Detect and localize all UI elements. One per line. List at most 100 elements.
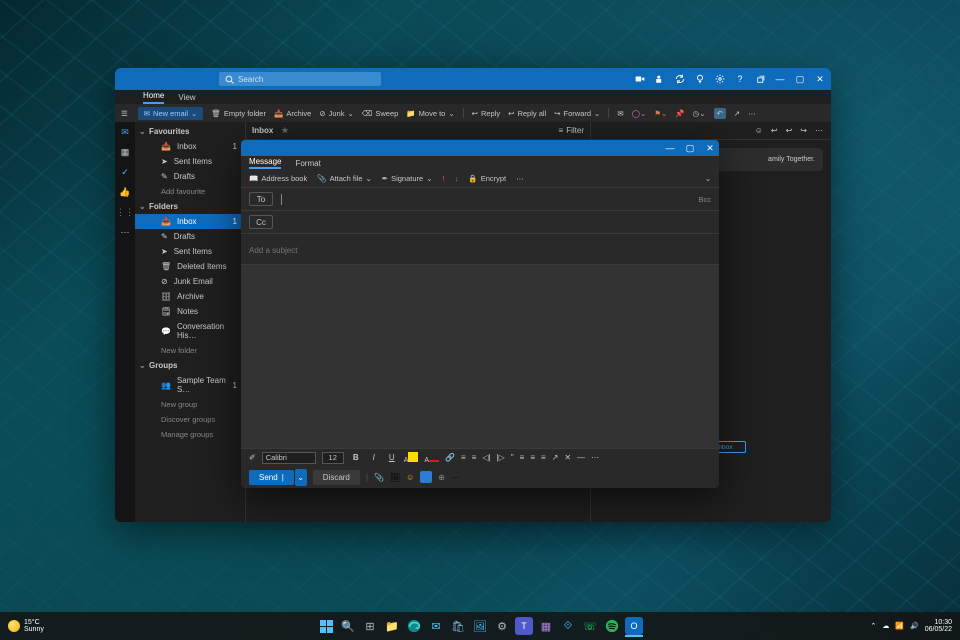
smile-icon[interactable]: ☺	[755, 126, 763, 135]
search-box[interactable]: Search	[219, 72, 381, 86]
new-window-icon[interactable]	[755, 74, 765, 84]
highlight-button[interactable]: A	[404, 452, 419, 464]
app-purple-icon[interactable]: ▦	[537, 617, 555, 635]
minimize-icon[interactable]: —	[775, 74, 785, 84]
rail-people-icon[interactable]: ✓	[119, 166, 131, 178]
manage-groups-link[interactable]: Manage groups	[135, 427, 245, 442]
spotify-icon[interactable]	[603, 617, 621, 635]
tab-message[interactable]: Message	[249, 157, 281, 169]
teams-icon[interactable]: T	[515, 617, 533, 635]
taskbar-weather[interactable]: 15°C Sunny	[0, 619, 44, 633]
to-button[interactable]: To	[249, 192, 273, 206]
new-email-button[interactable]: ✉ New email ⌄	[138, 107, 204, 120]
meet-now-icon[interactable]	[635, 74, 645, 84]
tab-home[interactable]: Home	[143, 91, 164, 104]
attach-file-button[interactable]: 📎Attach file⌄	[317, 174, 372, 183]
outdent-icon[interactable]: ◁|	[482, 453, 490, 462]
folder-conversation-history[interactable]: 💬Conversation His…	[135, 319, 245, 343]
reply-icon[interactable]: ↩	[771, 126, 778, 135]
reply-all-button[interactable]: ↩Reply all	[508, 109, 546, 118]
tips-icon[interactable]	[695, 74, 705, 84]
address-book-button[interactable]: 📖Address book	[249, 174, 307, 183]
more-format-icon[interactable]: ⋯	[591, 453, 599, 462]
onedrive-icon[interactable]: ☁	[882, 622, 889, 630]
folder-deleted[interactable]: 🗑Deleted Items	[135, 259, 245, 274]
task-view-icon[interactable]: ⊞	[361, 617, 379, 635]
settings-icon[interactable]: ⚙	[493, 617, 511, 635]
star-icon[interactable]: ★	[281, 126, 288, 135]
link-icon[interactable]: 🔗	[445, 453, 455, 462]
group-sample-team[interactable]: 👥Sample Team S…1	[135, 373, 245, 397]
cc-button[interactable]: Cc	[249, 215, 273, 229]
ltr-icon[interactable]: ↗	[552, 453, 559, 462]
whatsapp-icon[interactable]: ☏	[581, 617, 599, 635]
junk-button[interactable]: ⊘Junk⌄	[319, 109, 353, 118]
font-color-button[interactable]: A	[424, 452, 439, 464]
more-icon[interactable]: ⋯	[748, 109, 756, 118]
font-size-input[interactable]	[322, 452, 344, 464]
store-icon[interactable]: 🛍	[449, 617, 467, 635]
move-to-button[interactable]: 📁Move to⌄	[406, 109, 454, 118]
groups-section[interactable]: Groups	[135, 358, 245, 373]
more-icon[interactable]: ⋯	[815, 126, 823, 135]
subject-input[interactable]	[249, 246, 711, 255]
sweep-button[interactable]: ⌫Sweep	[362, 109, 399, 118]
align-center-icon[interactable]: ≡	[530, 453, 535, 462]
bcc-link[interactable]: Bcc	[698, 195, 711, 204]
rail-calendar-icon[interactable]: ▦	[119, 146, 131, 158]
rail-mail-icon[interactable]: ✉	[119, 126, 131, 138]
rail-todo-icon[interactable]: 👍	[119, 186, 131, 198]
indent-icon[interactable]: |▷	[497, 453, 505, 462]
folder-notes[interactable]: 🗒Notes	[135, 304, 245, 319]
archive-button[interactable]: 📥Archive	[274, 109, 311, 118]
rail-more-icon[interactable]: ⋯	[119, 226, 131, 238]
discard-button[interactable]: Discard	[313, 470, 360, 485]
encrypt-button[interactable]: 🔒Encrypt	[468, 174, 506, 183]
add-favourite-link[interactable]: Add favourite	[135, 184, 245, 199]
new-folder-link[interactable]: New folder	[135, 343, 245, 358]
more-icon[interactable]: ⋯	[451, 473, 459, 482]
folders-section[interactable]: Folders	[135, 199, 245, 214]
forward-button[interactable]: ↪Forward⌄	[554, 109, 600, 118]
align-right-icon[interactable]: ≡	[541, 453, 546, 462]
snooze-icon[interactable]: ◷⌄	[693, 109, 706, 118]
underline-button[interactable]: U	[386, 453, 398, 462]
accessibility-icon[interactable]: ⊕	[438, 473, 445, 482]
filter-button[interactable]: ≡ Filter	[559, 126, 584, 135]
italic-button[interactable]: I	[368, 453, 380, 462]
photos-icon[interactable]: 🖼	[471, 617, 489, 635]
bold-button[interactable]: B	[350, 453, 362, 462]
signature-button[interactable]: ✒Signature⌄	[382, 174, 433, 183]
vscode-icon[interactable]: ⟐	[559, 617, 577, 635]
wifi-icon[interactable]: 📶	[895, 622, 904, 630]
to-input[interactable]	[281, 194, 698, 205]
explorer-icon[interactable]: 📁	[383, 617, 401, 635]
volume-icon[interactable]: 🔊	[910, 622, 919, 630]
reply-all-icon[interactable]: ↩	[786, 126, 793, 135]
emoji-icon[interactable]: ☺	[406, 473, 414, 482]
rail-app-icon[interactable]: ⋮⋮	[119, 206, 131, 218]
teams-icon[interactable]	[655, 74, 665, 84]
send-options-button[interactable]: ⌄	[295, 469, 307, 486]
search-icon[interactable]: 🔍	[339, 617, 357, 635]
tray-chevron-icon[interactable]: ⌃	[870, 622, 876, 630]
maximize-icon[interactable]: ▢	[681, 140, 699, 156]
folder-archive[interactable]: 🗄Archive	[135, 289, 245, 304]
minimize-icon[interactable]: —	[661, 140, 679, 156]
more-icon[interactable]: ⋯	[516, 174, 524, 183]
mail-icon[interactable]: ✉	[427, 617, 445, 635]
tab-format[interactable]: Format	[295, 159, 320, 168]
bullets-icon[interactable]: ≡	[461, 453, 466, 462]
numbering-icon[interactable]: ≡	[472, 453, 477, 462]
read-unread-icon[interactable]: ✉	[617, 109, 623, 118]
cc-input[interactable]	[281, 217, 711, 228]
categorize-icon[interactable]: ◯⌄	[632, 109, 647, 118]
picture-icon[interactable]: 🖼	[390, 473, 400, 482]
outlook-icon[interactable]: O	[625, 617, 643, 635]
taskbar-clock[interactable]: 10:30 06/05/22	[925, 619, 952, 633]
strikethrough-icon[interactable]: ✕	[564, 453, 571, 462]
folder-sent[interactable]: ➤Sent Items	[135, 244, 245, 259]
fav-drafts[interactable]: ✎Drafts	[135, 169, 245, 184]
reply-button[interactable]: ↩Reply	[472, 109, 500, 118]
favourites-section[interactable]: Favourites	[135, 124, 245, 139]
